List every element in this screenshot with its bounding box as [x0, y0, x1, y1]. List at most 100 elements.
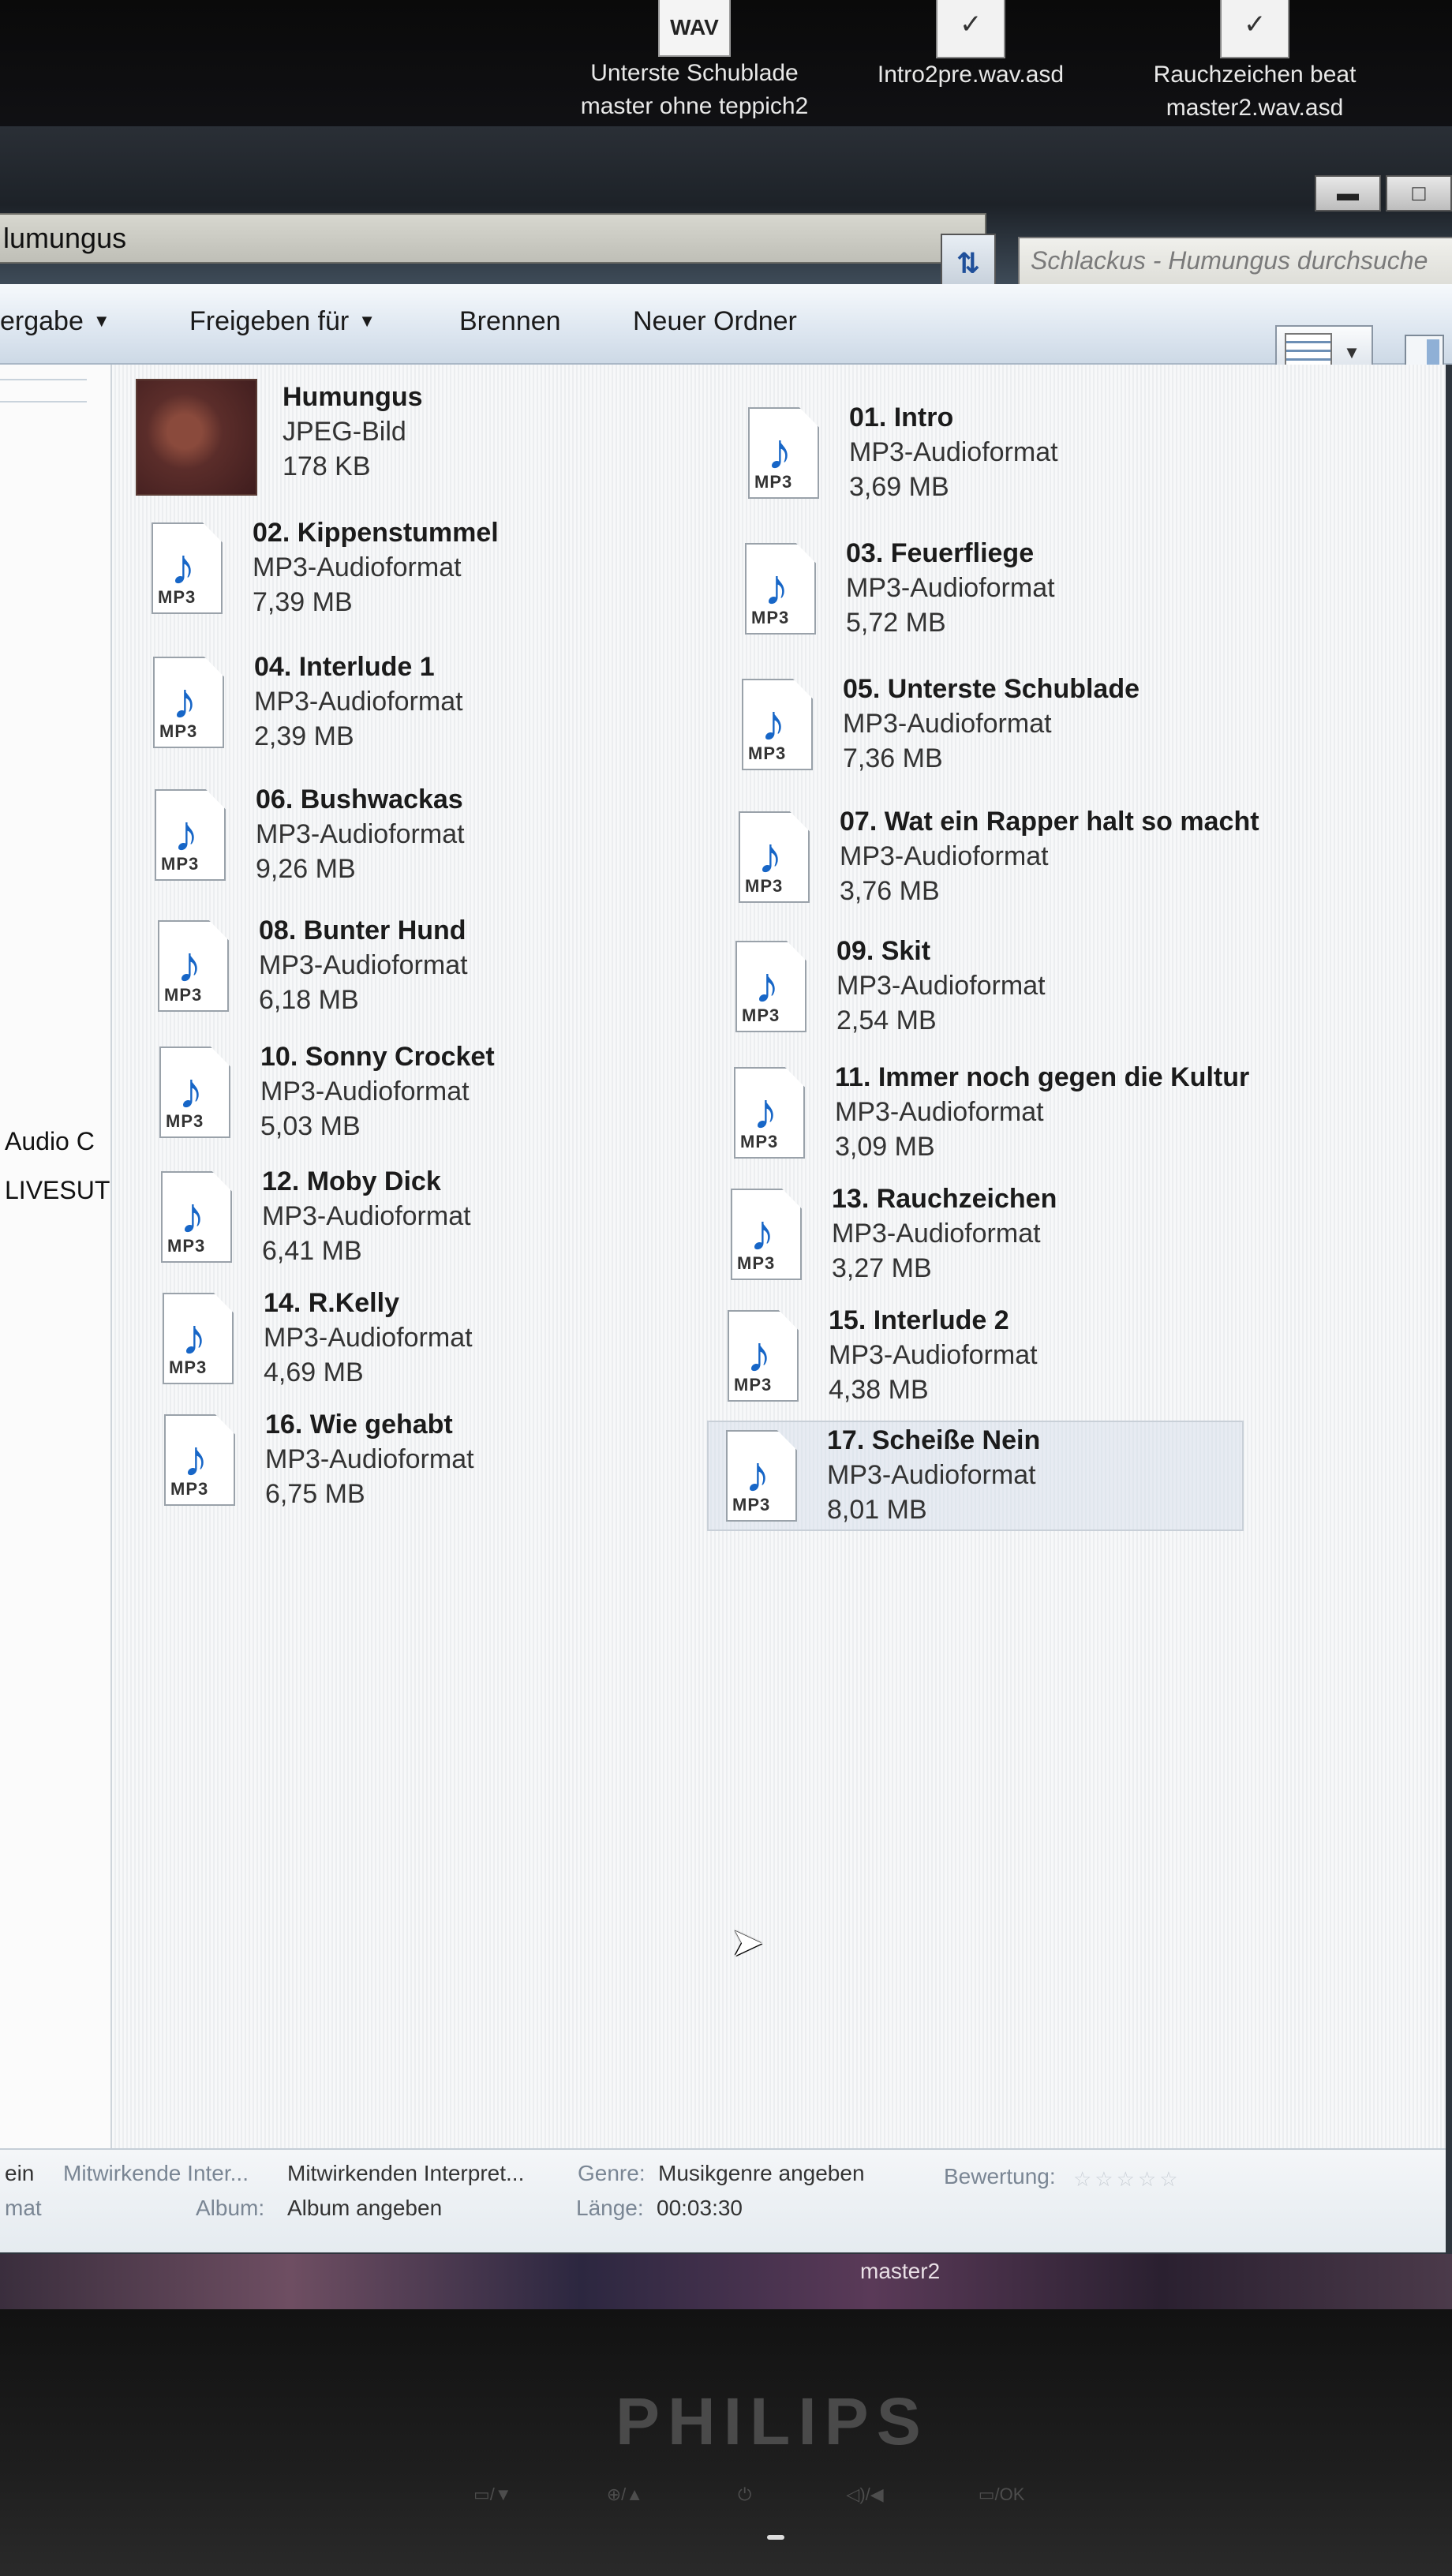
- list-item[interactable]: ♪ MP3 08. Bunter Hund MP3-Audioformat 6,1…: [158, 912, 647, 1023]
- list-item[interactable]: ♪ MP3 11. Immer noch gegen die Kultur MP3…: [734, 1059, 1413, 1170]
- desktop-icon-wav[interactable]: WAV Unterste Schublade master ohne teppi…: [544, 0, 844, 123]
- album-field[interactable]: Album angeben: [287, 2196, 442, 2221]
- list-item[interactable]: ♪ MP3 15. Interlude 2 MP3-Audioformat 4,3…: [728, 1302, 1217, 1413]
- input-button[interactable]: ⊕/▲: [607, 2484, 643, 2505]
- mp3-file-icon: ♪ MP3: [164, 1414, 235, 1506]
- file-type: MP3-Audioformat: [829, 1340, 1038, 1370]
- address-bar[interactable]: lumungus ▼: [0, 213, 986, 264]
- list-item[interactable]: ♪ MP3 10. Sonny Crocket MP3-Audioformat 5…: [159, 1039, 649, 1149]
- list-item[interactable]: ♪ MP3 16. Wie gehabt MP3-Audioformat 6,75…: [164, 1406, 653, 1517]
- desktop-icon-rauchzeichen-asd[interactable]: Rauchzeichen beat master2.wav.asd: [1121, 0, 1389, 125]
- file-type: MP3-Audioformat: [254, 687, 463, 717]
- list-item[interactable]: ♪ MP3 14. R.Kelly MP3-Audioformat 4,69 MB: [163, 1285, 652, 1395]
- image-thumbnail: [136, 379, 257, 496]
- file-size: 2,54 MB: [836, 1005, 937, 1035]
- asd-file-icon: [936, 0, 1005, 58]
- file-type: MP3-Audioformat: [835, 1097, 1044, 1127]
- desktop-icon-label: Rauchzeichen beat: [1153, 62, 1357, 88]
- file-size: 6,18 MB: [259, 985, 359, 1015]
- file-type: MP3-Audioformat: [843, 709, 1052, 739]
- desktop-icon-label: Unterste Schublade: [590, 60, 799, 86]
- desktop-icon-intro-asd[interactable]: Intro2pre.wav.asd: [852, 0, 1089, 92]
- mp3-file-icon: ♪ MP3: [155, 789, 226, 881]
- file-type: JPEG-Bild: [283, 417, 406, 447]
- nav-item-livesut[interactable]: LIVESUT: [5, 1176, 110, 1205]
- share-menu-button[interactable]: Freigeben für ▼: [189, 306, 376, 337]
- file-size: 178 KB: [283, 451, 371, 481]
- new-folder-button[interactable]: Neuer Ordner: [633, 306, 797, 337]
- burn-button[interactable]: Brennen: [459, 306, 561, 337]
- mp3-file-icon: ♪ MP3: [731, 1189, 802, 1280]
- search-input[interactable]: Schlackus - Humungus durchsuche: [1018, 237, 1452, 290]
- list-item[interactable]: ♪ MP3 13. Rauchzeichen MP3-Audioformat 3,…: [731, 1181, 1220, 1291]
- file-name: 06. Bushwackas: [256, 784, 463, 814]
- menu-button[interactable]: ▭/▼: [473, 2484, 512, 2505]
- mp3-file-icon: ♪ MP3: [745, 543, 816, 635]
- taskbar: master2: [0, 2254, 1452, 2309]
- list-item[interactable]: ♪ MP3 04. Interlude 1 MP3-Audioformat 2,3…: [153, 649, 642, 759]
- mp3-file-icon: ♪ MP3: [742, 679, 813, 770]
- command-bar: ergabe ▼ Freigeben für ▼ Brennen Neuer Ord…: [0, 284, 1452, 365]
- desktop-icon-label-line2: master ohne teppich2: [580, 93, 809, 119]
- minimize-button[interactable]: ▬: [1315, 175, 1381, 212]
- contributing-artist-field[interactable]: Mitwirkenden Interpret...: [287, 2161, 524, 2186]
- list-item[interactable]: ♪ MP3 03. Feuerfliege MP3-Audioformat 5,7…: [745, 535, 1234, 646]
- details-pane: ein mat Mitwirkende Inter... Mitwirkende…: [0, 2148, 1446, 2252]
- list-item[interactable]: ♪ MP3 06. Bushwackas MP3-Audioformat 9,26…: [155, 781, 644, 892]
- monitor-bezel: PHILIPS ▭/▼ ⊕/▲ ⏻ ◁)/◀ ▭/OK: [0, 2309, 1452, 2576]
- list-item[interactable]: ♪ MP3 07. Wat ein Rapper halt so macht MP…: [739, 803, 1417, 914]
- play-menu-button[interactable]: ergabe ▼: [0, 306, 110, 337]
- taskbar-label[interactable]: master2: [860, 2259, 940, 2284]
- list-item[interactable]: ♪ MP3 09. Skit MP3-Audioformat 2,54 MB: [735, 933, 1225, 1043]
- file-type: MP3-Audioformat: [259, 950, 468, 980]
- list-item[interactable]: ♪ MP3 01. Intro MP3-Audioformat 3,69 MB: [748, 399, 1237, 510]
- file-size: 9,26 MB: [256, 854, 356, 884]
- nav-item-audio[interactable]: Audio C: [5, 1127, 95, 1156]
- file-name: 15. Interlude 2: [829, 1305, 1009, 1335]
- ok-button[interactable]: ▭/OK: [979, 2484, 1025, 2505]
- genre-field[interactable]: Musikgenre angeben: [658, 2161, 865, 2186]
- file-name: 03. Feuerfliege: [846, 538, 1035, 568]
- mp3-file-icon: ♪ MP3: [153, 657, 224, 748]
- file-name: 09. Skit: [836, 936, 931, 966]
- file-size: 8,01 MB: [827, 1495, 927, 1525]
- mp3-file-icon: ♪ MP3: [728, 1310, 799, 1402]
- mp3-file-icon: ♪ MP3: [748, 407, 819, 499]
- list-item[interactable]: ♪ MP3 02. Kippenstummel MP3-Audioformat 7…: [152, 515, 641, 625]
- file-name: 12. Moby Dick: [262, 1166, 441, 1196]
- file-type: MP3-Audioformat: [260, 1076, 470, 1106]
- length-label: Länge:: [576, 2196, 644, 2220]
- mp3-file-icon: ♪ MP3: [739, 811, 810, 903]
- chevron-down-icon[interactable]: ▼: [1332, 343, 1372, 363]
- mp3-file-icon: ♪ MP3: [163, 1293, 234, 1384]
- mp3-file-icon: ♪ MP3: [735, 941, 806, 1032]
- file-name: 13. Rauchzeichen: [832, 1184, 1057, 1214]
- nav-divider: [0, 379, 87, 402]
- list-item[interactable]: ♪ MP3 05. Unterste Schublade MP3-Audiofor…: [742, 671, 1231, 781]
- file-size: 3,76 MB: [840, 876, 940, 906]
- volume-button[interactable]: ◁)/◀: [846, 2484, 883, 2505]
- rating-stars[interactable]: ☆☆☆☆☆: [1073, 2167, 1181, 2192]
- power-button[interactable]: ⏻: [738, 2484, 751, 2505]
- file-type: MP3-Audioformat: [840, 841, 1049, 871]
- mp3-file-icon: ♪ MP3: [161, 1171, 232, 1263]
- chevron-down-icon: ▼: [358, 311, 376, 331]
- file-list: Humungus JPEG-Bild 178 KB ♪ MP3 02. Kippe…: [112, 365, 1446, 2148]
- file-type: MP3-Audioformat: [265, 1444, 474, 1474]
- file-name: 14. R.Kelly: [264, 1288, 399, 1318]
- maximize-button[interactable]: □: [1386, 175, 1452, 212]
- file-name: 05. Unterste Schublade: [843, 674, 1140, 704]
- breadcrumb[interactable]: lumungus: [0, 222, 937, 255]
- mouse-pointer-icon: ➤: [731, 1920, 764, 1964]
- file-size: 6,75 MB: [265, 1479, 365, 1509]
- file-type: MP3-Audioformat: [836, 971, 1046, 1001]
- share-menu-label: Freigeben für: [189, 306, 350, 336]
- chevron-down-icon: ▼: [92, 311, 110, 331]
- list-item[interactable]: ♪ MP3 12. Moby Dick MP3-Audioformat 6,41 …: [161, 1163, 650, 1274]
- list-item-selected[interactable]: ♪ MP3 17. Scheiße Nein MP3-Audioformat 8,…: [707, 1421, 1244, 1531]
- genre-label: Genre:: [578, 2161, 646, 2185]
- mp3-file-icon: ♪ MP3: [152, 522, 223, 614]
- file-size: 5,72 MB: [846, 608, 946, 638]
- file-type: MP3-Audioformat: [256, 819, 465, 849]
- list-item[interactable]: Humungus JPEG-Bild 178 KB: [136, 379, 625, 496]
